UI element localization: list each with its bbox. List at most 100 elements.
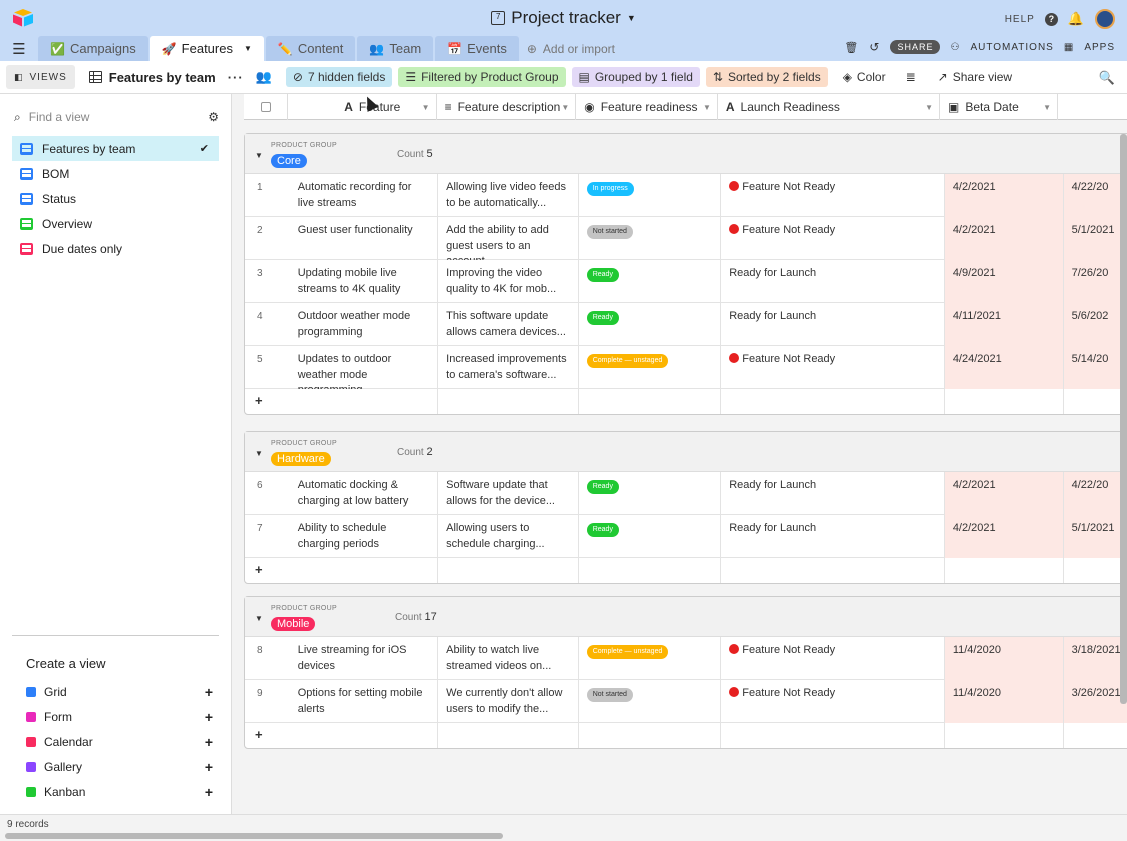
group-header[interactable]: ▼ PRODUCT GROUP Mobile Count 17 — [245, 597, 1127, 637]
beta-date-cell[interactable]: 4/11/2021 — [944, 303, 1064, 346]
chevron-down-icon[interactable]: ▼ — [925, 103, 933, 112]
menu-icon[interactable]: ☰ — [0, 36, 38, 61]
share-button[interactable]: SHARE — [890, 40, 941, 54]
group-header[interactable]: ▼ PRODUCT GROUP Core Count 5 — [245, 134, 1127, 174]
beta-date-cell[interactable]: 4/24/2021 — [944, 346, 1064, 389]
beta-date-cell[interactable]: 11/4/2020 — [944, 637, 1064, 680]
launch-cell[interactable]: Feature Not Ready — [721, 346, 945, 389]
launch-cell[interactable]: Feature Not Ready — [721, 174, 945, 217]
chevron-down-icon[interactable]: ▼ — [422, 103, 430, 112]
add-record-plus-icon[interactable]: + — [245, 723, 290, 748]
feature-cell[interactable]: Updating mobile live streams to 4K quali… — [290, 260, 439, 303]
find-view-search[interactable]: ⌕ Find a view ⚙ — [14, 102, 219, 132]
feature-cell[interactable]: Live streaming for iOS devices — [290, 637, 439, 680]
find-view-input[interactable]: Find a view — [29, 110, 90, 124]
launch-cell[interactable]: Ready for Launch — [721, 303, 945, 346]
views-toggle-button[interactable]: ◧ VIEWS — [6, 65, 75, 89]
feature-cell[interactable]: Automatic docking & charging at low batt… — [290, 472, 439, 515]
feature-cell[interactable]: Automatic recording for live streams — [290, 174, 439, 217]
sidebar-view-item[interactable]: Status — [12, 186, 219, 211]
table-row[interactable]: 4 Outdoor weather mode programming This so… — [245, 303, 1127, 346]
gear-icon[interactable]: ⚙ — [208, 110, 219, 124]
chevron-down-icon[interactable]: ▼ — [703, 103, 711, 112]
apps-button[interactable]: APPS — [1084, 42, 1115, 53]
launch-cell[interactable]: Feature Not Ready — [721, 637, 945, 680]
description-cell[interactable]: Add the ability to add guest users to an… — [438, 217, 579, 260]
avatar[interactable] — [1095, 9, 1115, 29]
select-all-checkbox[interactable] — [244, 94, 289, 120]
tab-team[interactable]: 👥 Team — [357, 36, 434, 61]
plus-icon[interactable]: + — [205, 684, 213, 700]
automations-button[interactable]: AUTOMATIONS — [970, 42, 1053, 53]
launch-cell[interactable]: Feature Not Ready — [721, 680, 945, 723]
next-date-cell[interactable]: 4/22/20 — [1063, 472, 1127, 515]
next-date-cell[interactable]: 4/22/20 — [1063, 174, 1127, 217]
tab-events[interactable]: 📅 Events — [435, 36, 519, 61]
readiness-cell[interactable]: Ready — [579, 515, 722, 558]
beta-date-cell[interactable]: 4/2/2021 — [944, 217, 1064, 260]
help-icon[interactable]: ? — [1044, 12, 1058, 26]
table-row[interactable]: 2 Guest user functionality Add the ability… — [245, 217, 1127, 260]
column-header-readiness[interactable]: ◉ Feature readiness ▼ — [576, 94, 718, 120]
readiness-cell[interactable]: Not started — [579, 217, 722, 260]
create-view-gallery[interactable]: Gallery + — [12, 754, 219, 779]
collapse-triangle-icon[interactable]: ▼ — [255, 449, 263, 458]
help-label[interactable]: HELP — [1005, 14, 1035, 25]
color-button[interactable]: ◈ Color — [836, 67, 893, 87]
description-cell[interactable]: Increased improvements to camera's softw… — [438, 346, 579, 389]
plus-icon[interactable]: + — [205, 759, 213, 775]
collapse-triangle-icon[interactable]: ▼ — [255, 151, 263, 160]
description-cell[interactable]: This software update allows camera devic… — [438, 303, 579, 346]
airtable-logo-icon[interactable] — [12, 8, 34, 28]
collapse-triangle-icon[interactable]: ▼ — [255, 614, 263, 623]
feature-cell[interactable]: Updates to outdoor weather mode programm… — [290, 346, 439, 389]
next-date-cell[interactable]: 5/6/202 — [1063, 303, 1127, 346]
tab-features[interactable]: 🚀 Features ▼ — [149, 36, 264, 61]
next-date-cell[interactable]: 5/1/2021 — [1063, 217, 1127, 260]
group-button[interactable]: ▤ Grouped by 1 field — [571, 67, 700, 87]
feature-cell[interactable]: Options for setting mobile alerts — [290, 680, 439, 723]
column-header-description[interactable]: ≡ Feature description ▼ — [437, 94, 577, 120]
next-date-cell[interactable]: 7/26/20 — [1063, 260, 1127, 303]
readiness-cell[interactable]: Complete — unstaged — [579, 346, 722, 389]
beta-date-cell[interactable]: 11/4/2020 — [944, 680, 1064, 723]
tab-campaigns[interactable]: ✅ Campaigns — [38, 36, 148, 61]
next-date-cell[interactable]: 3/26/2021 — [1063, 680, 1127, 723]
feature-cell[interactable]: Guest user functionality — [290, 217, 439, 260]
beta-date-cell[interactable]: 4/2/2021 — [944, 472, 1064, 515]
share-view-button[interactable]: ↗ Share view — [931, 67, 1019, 87]
launch-cell[interactable]: Ready for Launch — [721, 515, 945, 558]
sidebar-view-item[interactable]: BOM — [12, 161, 219, 186]
add-or-import-button[interactable]: ⊕ Add or import — [521, 36, 615, 61]
hide-fields-button[interactable]: ⊘ 7 hidden fields — [285, 67, 393, 87]
launch-cell[interactable]: Feature Not Ready — [721, 217, 945, 260]
readiness-cell[interactable]: Complete — unstaged — [579, 637, 722, 680]
column-header-beta[interactable]: ▣ Beta Date ▼ — [940, 94, 1059, 120]
horizontal-scrollbar[interactable] — [5, 833, 503, 839]
chevron-down-icon[interactable]: ▼ — [561, 103, 569, 112]
row-height-button[interactable]: ≣ — [899, 67, 923, 87]
next-date-cell[interactable]: 5/14/20 — [1063, 346, 1127, 389]
add-row[interactable]: + — [245, 558, 1127, 583]
next-date-cell[interactable]: 5/1/2021 — [1063, 515, 1127, 558]
column-header-launch[interactable]: A Launch Readiness ▼ — [718, 94, 941, 120]
filter-button[interactable]: ☰ Filtered by Product Group — [398, 67, 566, 87]
table-row[interactable]: 1 Automatic recording for live streams All… — [245, 174, 1127, 217]
description-cell[interactable]: Ability to watch live streamed videos on… — [438, 637, 579, 680]
table-row[interactable]: 7 Ability to schedule charging periods All… — [245, 515, 1127, 558]
automations-icon[interactable]: ⚇ — [950, 42, 960, 53]
description-cell[interactable]: Improving the video quality to 4K for mo… — [438, 260, 579, 303]
create-view-form[interactable]: Form + — [12, 704, 219, 729]
add-record-plus-icon[interactable]: + — [245, 389, 290, 414]
readiness-cell[interactable]: Ready — [579, 260, 722, 303]
trash-icon[interactable]: 🗑 — [844, 41, 859, 54]
launch-cell[interactable]: Ready for Launch — [721, 260, 945, 303]
create-view-grid[interactable]: Grid + — [12, 679, 219, 704]
feature-cell[interactable]: Outdoor weather mode programming — [290, 303, 439, 346]
plus-icon[interactable]: + — [205, 784, 213, 800]
column-header-next[interactable] — [1058, 94, 1127, 120]
description-cell[interactable]: Software update that allows for the devi… — [438, 472, 579, 515]
collaborators-icon[interactable]: 👥 — [256, 69, 272, 85]
readiness-cell[interactable]: Ready — [579, 472, 722, 515]
next-date-cell[interactable]: 3/18/2021 — [1063, 637, 1127, 680]
